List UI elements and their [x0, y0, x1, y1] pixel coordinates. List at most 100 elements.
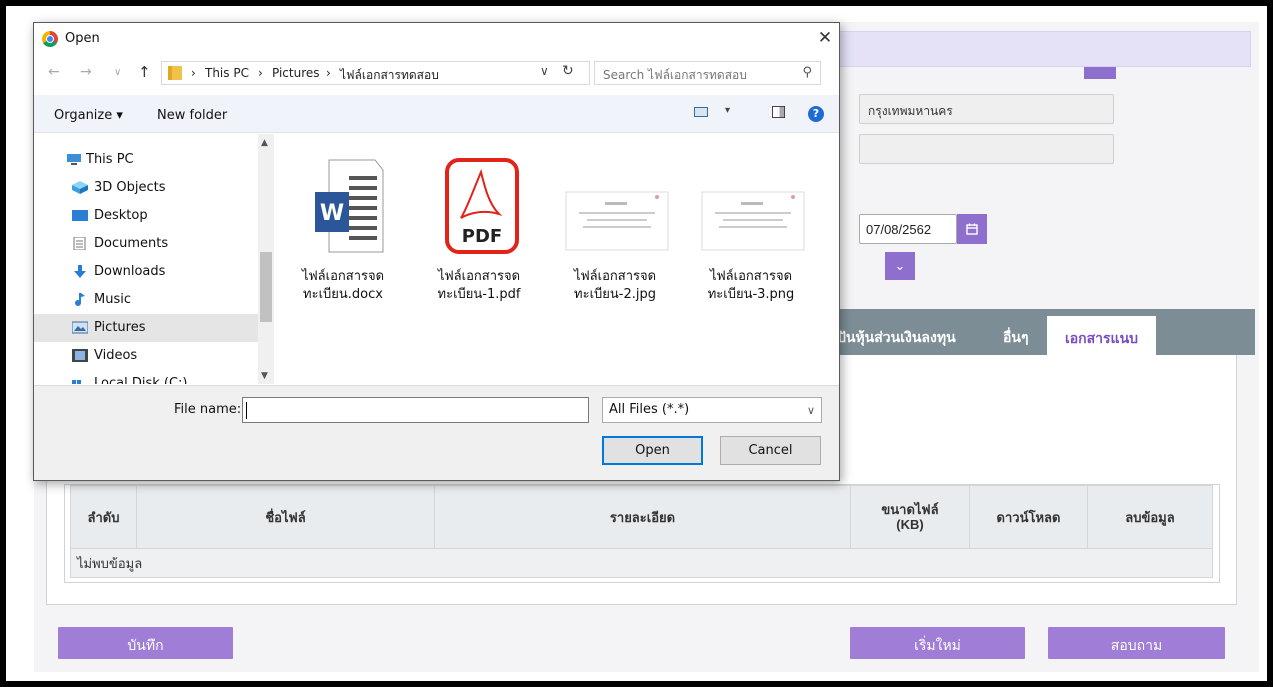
- svg-text:PDF: PDF: [462, 226, 502, 247]
- cancel-button[interactable]: Cancel: [720, 436, 821, 465]
- close-icon: ✕: [817, 28, 833, 48]
- file-type-value: All Files (*.*): [609, 402, 690, 417]
- col-header-detail: รายละเอียด: [434, 485, 851, 549]
- navigation-pane: This PC 3D Objects Desktop Documents Dow…: [34, 134, 274, 384]
- breadcrumb-separator: ›: [258, 66, 263, 80]
- cube-icon: [72, 181, 88, 194]
- date-input[interactable]: 07/08/2562: [859, 214, 957, 244]
- organize-button[interactable]: Organize ▾: [54, 108, 123, 123]
- search-box[interactable]: Search ไฟล์เอกสารทดสอบ ⚲: [594, 61, 821, 85]
- svg-text:W: W: [320, 201, 344, 226]
- tab-other[interactable]: อื่นๆ: [1003, 327, 1029, 349]
- tab-attachments[interactable]: เอกสารแนบ: [1047, 316, 1156, 355]
- address-bar[interactable]: › This PC › Pictures › ไฟล์เอกสารทดสอบ ∨…: [161, 61, 590, 85]
- col-header-size: ขนาดไฟล์ (KB): [850, 485, 970, 549]
- recent-locations-icon[interactable]: ∨: [114, 67, 121, 78]
- dialog-titlebar: Open ✕: [34, 23, 839, 55]
- section-header-bar: [836, 31, 1251, 67]
- file-name: ไฟล์เอกสารจด ทะเบียน-1.pdf: [437, 269, 521, 302]
- help-icon[interactable]: ?: [808, 106, 824, 122]
- tab-investment[interactable]: ปันหุ้นส่วนเงินลงทุน: [837, 327, 956, 349]
- navigation-row: ← → ∨ ↑ › This PC › Pictures › ไฟล์เอกสา…: [34, 59, 839, 87]
- desktop-icon: [72, 210, 88, 221]
- attachments-table: ลำดับ ชื่อไฟล์ รายละเอียด ขนาดไฟล์ (KB) …: [70, 485, 1213, 578]
- new-folder-button[interactable]: New folder: [157, 108, 227, 123]
- chevron-down-icon: ∨: [806, 404, 815, 417]
- nav-label: Local Disk (C:): [94, 376, 188, 384]
- nav-item-local-disk[interactable]: Local Disk (C:): [34, 370, 258, 384]
- open-button[interactable]: Open: [602, 436, 703, 465]
- reset-button[interactable]: เริ่มใหม่: [850, 627, 1025, 659]
- forward-icon[interactable]: →: [80, 64, 92, 80]
- up-icon[interactable]: ↑: [138, 63, 151, 81]
- file-name: ไฟล์เอกสารจด ทะเบียน.docx: [301, 269, 385, 302]
- province-field[interactable]: กรุงเทพมหานคร: [859, 94, 1114, 124]
- search-placeholder: Search ไฟล์เอกสารทดสอบ: [603, 68, 747, 82]
- back-icon[interactable]: ←: [48, 64, 60, 80]
- file-item[interactable]: ไฟล์เอกสารจด ทะเบียน-3.png: [691, 144, 811, 302]
- file-item[interactable]: ไฟล์เอกสารจด ทะเบียน-2.jpg: [555, 144, 675, 302]
- select-dropdown-button[interactable]: ⌄: [885, 252, 915, 280]
- empty-field[interactable]: [859, 134, 1114, 164]
- save-button[interactable]: บันทึก: [58, 627, 233, 659]
- table-row: ไม่พบข้อมูล: [70, 548, 1213, 578]
- nav-item-downloads[interactable]: Downloads: [34, 258, 258, 286]
- refresh-icon[interactable]: ↻: [562, 63, 574, 79]
- nav-item-music[interactable]: Music: [34, 286, 258, 314]
- dialog-title: Open: [65, 31, 100, 46]
- tab-bar: ปันหุ้นส่วนเงินลงทุน อื่นๆ: [829, 309, 1255, 355]
- nav-item-3d-objects[interactable]: 3D Objects: [34, 174, 258, 202]
- nav-item-pictures[interactable]: Pictures: [34, 314, 258, 342]
- file-type-select[interactable]: All Files (*.*) ∨: [602, 397, 822, 423]
- col-header-filename: ชื่อไฟล์: [136, 485, 435, 549]
- breadcrumb-pictures[interactable]: Pictures: [272, 66, 320, 80]
- breadcrumb-current-folder[interactable]: ไฟล์เอกสารทดสอบ: [340, 66, 439, 85]
- breadcrumb-separator: ›: [326, 66, 331, 80]
- calendar-button[interactable]: [957, 214, 987, 244]
- close-button[interactable]: ✕: [814, 27, 836, 49]
- nav-label: Videos: [94, 348, 138, 363]
- dropdown-button[interactable]: [1084, 67, 1116, 79]
- change-view-icon[interactable]: [694, 107, 708, 117]
- open-file-dialog: Open ✕ ← → ∨ ↑ › This PC › Pictures › ไฟ…: [33, 22, 840, 481]
- file-name-input[interactable]: ∨: [242, 397, 788, 423]
- nav-label: 3D Objects: [94, 180, 166, 195]
- nav-label: Music: [94, 292, 131, 307]
- scroll-up-icon[interactable]: ▲: [261, 138, 268, 148]
- nav-item-videos[interactable]: Videos: [34, 342, 258, 370]
- image-thumbnail: [565, 191, 669, 251]
- inquire-button[interactable]: สอบถาม: [1048, 627, 1225, 659]
- command-bar: Organize ▾ New folder ▾ ?: [34, 95, 839, 133]
- document-icon: [73, 237, 86, 250]
- empty-message: ไม่พบข้อมูล: [70, 548, 1213, 578]
- breadcrumb-this-pc[interactable]: This PC: [205, 66, 249, 80]
- pdf-icon: PDF: [445, 158, 519, 254]
- chevron-down-icon[interactable]: ▾: [725, 105, 730, 116]
- nav-label: Pictures: [94, 320, 146, 335]
- pc-icon: [67, 154, 81, 165]
- nav-item-this-pc[interactable]: This PC: [34, 146, 258, 174]
- chrome-icon: [42, 31, 58, 47]
- nav-label: Downloads: [94, 264, 166, 279]
- pictures-icon: [72, 321, 88, 334]
- chevron-down-icon[interactable]: ∨: [540, 64, 549, 78]
- file-name: ไฟล์เอกสารจด ทะเบียน-3.png: [707, 269, 795, 302]
- scroll-down-icon[interactable]: ▼: [261, 371, 268, 381]
- file-item[interactable]: W ไฟล์เอกสารจด ทะเบียน.docx: [283, 144, 403, 302]
- nav-label: This PC: [86, 152, 134, 167]
- files-pane: W ไฟล์เอกสารจด ทะเบียน.docx PDF ไฟล์เอกสา…: [275, 134, 839, 384]
- breadcrumb-separator: ›: [191, 66, 196, 80]
- music-icon: [75, 293, 85, 306]
- file-name-label: File name:: [174, 402, 242, 417]
- chevron-down-icon: ⌄: [894, 258, 906, 273]
- nav-item-desktop[interactable]: Desktop: [34, 202, 258, 230]
- nav-item-documents[interactable]: Documents: [34, 230, 258, 258]
- file-item[interactable]: PDF ไฟล์เอกสารจด ทะเบียน-1.pdf: [419, 144, 539, 302]
- preview-pane-icon[interactable]: [772, 106, 785, 118]
- text-caret: [246, 402, 247, 419]
- nav-scrollbar[interactable]: ▲ ▼: [258, 134, 274, 384]
- search-icon: ⚲: [802, 65, 812, 80]
- video-icon: [72, 349, 88, 362]
- scrollbar-thumb[interactable]: [260, 252, 272, 322]
- folder-icon: [168, 66, 182, 80]
